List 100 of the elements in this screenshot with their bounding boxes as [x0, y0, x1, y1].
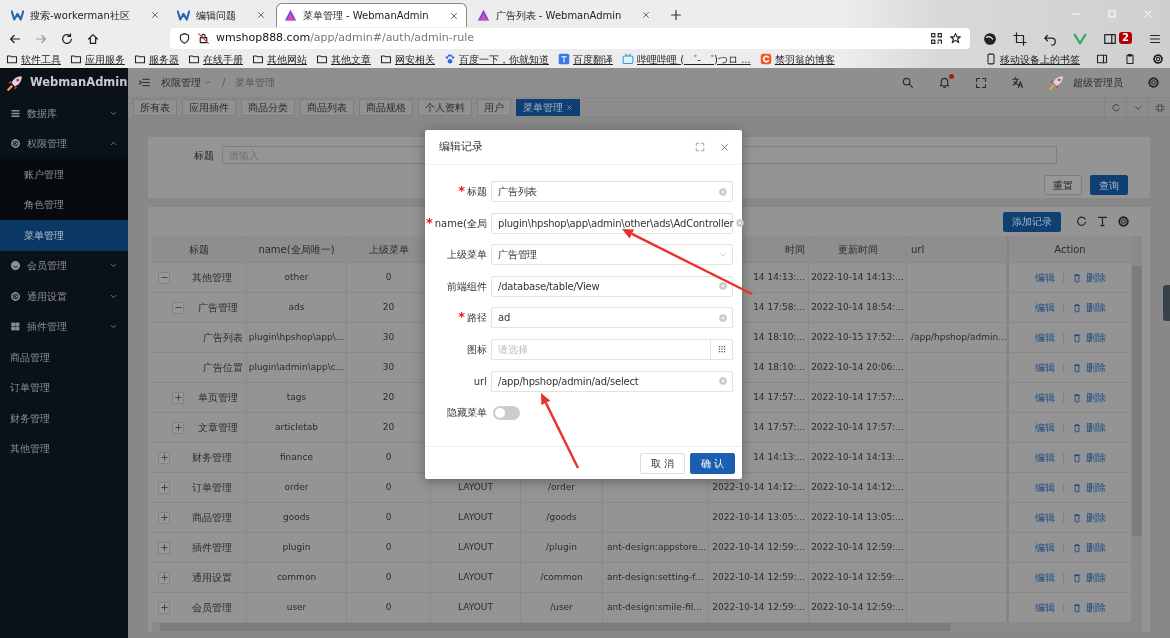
browser-tab[interactable]: 编辑问题	[169, 3, 273, 27]
close-icon[interactable]	[641, 10, 652, 20]
breadcrumb-link[interactable]: 权限管理	[161, 75, 201, 90]
expand-button[interactable]	[158, 481, 170, 494]
v-mark-icon[interactable]	[1073, 31, 1088, 46]
qr-code-icon[interactable]	[930, 32, 943, 45]
address-field[interactable]: wmshop888.com/app/admin#/auth/admin-rule	[170, 28, 970, 49]
side-panel-icon[interactable]	[1096, 53, 1108, 65]
expand-button[interactable]	[172, 391, 184, 404]
delete-link[interactable]: 删除	[1071, 270, 1106, 285]
bookmark-link[interactable]: 应用服务	[70, 51, 125, 67]
search-icon[interactable]	[901, 76, 914, 89]
sidebar-subitem[interactable]: 账户管理	[0, 159, 128, 190]
close-icon[interactable]	[566, 104, 573, 111]
bookmark-link[interactable]: 禁羽翁的博客	[759, 51, 835, 67]
vertical-scrollbar[interactable]	[1132, 236, 1142, 622]
page-tab[interactable]: 用户	[477, 99, 511, 116]
sidebar-item[interactable]: 通用设置	[0, 281, 128, 312]
text-field[interactable]: 广告列表	[491, 181, 733, 202]
page-tab[interactable]: 商品规格	[359, 99, 413, 116]
page-tab[interactable]: 商品分类	[241, 99, 295, 116]
edit-link[interactable]: 编辑	[1034, 420, 1055, 435]
new-tab-icon[interactable]	[669, 8, 684, 22]
bookmark-link[interactable]: 百度一下，你就知道	[444, 51, 549, 67]
sidebar-item[interactable]: 插件管理	[0, 311, 128, 342]
fullscreen-icon[interactable]	[975, 76, 987, 89]
delete-link[interactable]: 删除	[1071, 450, 1106, 465]
delete-link[interactable]: 删除	[1071, 600, 1106, 615]
toggle-switch[interactable]	[493, 405, 520, 420]
sidebar-item[interactable]: 其他管理	[0, 433, 128, 464]
bookmark-link[interactable]: 其他文章	[316, 51, 371, 67]
edit-link[interactable]: 编辑	[1034, 540, 1055, 555]
close-icon[interactable]	[149, 10, 160, 20]
grid-icon[interactable]	[716, 344, 727, 355]
edit-link[interactable]: 编辑	[1034, 390, 1055, 405]
sidebar-item[interactable]: 商品管理	[0, 342, 128, 373]
translate-icon[interactable]	[1011, 76, 1024, 89]
settings-icon[interactable]	[1152, 53, 1164, 65]
fullscreen-icon[interactable]	[695, 142, 705, 152]
delete-link[interactable]: 删除	[1071, 360, 1106, 375]
reset-button[interactable]: 重置	[1044, 175, 1082, 195]
delete-link[interactable]: 删除	[1071, 510, 1106, 525]
delete-link[interactable]: 删除	[1071, 480, 1106, 495]
bookmark-link[interactable]: 移动设备上的书签	[985, 51, 1080, 67]
text-field[interactable]: ad	[491, 307, 733, 329]
bookmark-link[interactable]: 网安相关	[380, 51, 435, 67]
sidebar-item[interactable]: 数据库	[0, 98, 128, 129]
edit-link[interactable]: 编辑	[1034, 510, 1055, 525]
extension-icon[interactable]	[1103, 31, 1118, 46]
bookmark-link[interactable]: 百度翻译	[558, 51, 613, 67]
add-record-button[interactable]: 添加记录	[1003, 211, 1061, 232]
close-icon[interactable]	[255, 10, 266, 20]
crop-icon[interactable]	[1013, 31, 1028, 46]
edit-link[interactable]: 编辑	[1034, 570, 1055, 585]
expand-button[interactable]	[158, 541, 170, 554]
close-icon[interactable]	[719, 141, 730, 153]
browser-tab[interactable]: 广告列表 - WebmanAdmin	[469, 3, 659, 27]
sidebar-item[interactable]: 会员管理	[0, 250, 128, 281]
text-height-icon[interactable]	[1096, 215, 1109, 228]
page-tab[interactable]: 商品列表	[300, 99, 354, 116]
page-tab[interactable]: 菜单管理	[516, 99, 580, 116]
delete-link[interactable]: 删除	[1071, 300, 1106, 315]
delete-link[interactable]: 删除	[1071, 570, 1106, 585]
edit-link[interactable]: 编辑	[1034, 600, 1055, 615]
home-icon[interactable]	[86, 31, 100, 46]
bookmark-link[interactable]: 软件工具	[6, 51, 61, 67]
edit-link[interactable]: 编辑	[1034, 300, 1055, 315]
text-field[interactable]: /database/table/View	[491, 275, 733, 297]
delete-link[interactable]: 删除	[1071, 390, 1106, 405]
settings-icon[interactable]	[1117, 215, 1130, 228]
edit-link[interactable]: 编辑	[1034, 270, 1055, 285]
refresh-icon[interactable]	[1110, 102, 1121, 113]
delete-link[interactable]: 删除	[1071, 540, 1106, 555]
cancel-button[interactable]: 取 消	[639, 452, 685, 474]
fullscreen-icon[interactable]	[1154, 102, 1165, 113]
sidebar-item[interactable]: 权限管理	[0, 128, 128, 159]
close-icon[interactable]	[448, 10, 459, 21]
sidebar-item[interactable]: 订单管理	[0, 372, 128, 403]
sidebar-item[interactable]: 财务管理	[0, 403, 128, 434]
expand-button[interactable]	[158, 571, 170, 584]
browser-tab[interactable]: 菜单管理 - WebmanAdmin	[275, 3, 467, 27]
expand-button[interactable]	[158, 511, 170, 524]
sidebar-subitem[interactable]: 菜单管理	[0, 220, 128, 251]
edit-link[interactable]: 编辑	[1034, 480, 1055, 495]
select-field[interactable]: 广告管理	[491, 244, 733, 266]
globe-icon[interactable]	[983, 31, 998, 46]
star-icon[interactable]	[949, 32, 962, 45]
sidebar-subitem[interactable]: 角色管理	[0, 189, 128, 220]
bookmark-link[interactable]: 服务器	[134, 51, 179, 67]
edit-link[interactable]: 编辑	[1034, 360, 1055, 375]
refresh-icon[interactable]	[1075, 215, 1088, 228]
expand-button[interactable]	[172, 421, 184, 434]
delete-link[interactable]: 删除	[1071, 420, 1106, 435]
horizontal-scrollbar[interactable]	[152, 622, 1142, 632]
collapse-button[interactable]	[172, 301, 184, 314]
bell-icon[interactable]	[938, 76, 951, 89]
expand-button[interactable]	[158, 601, 170, 614]
edit-link[interactable]: 编辑	[1034, 450, 1055, 465]
browser-tab[interactable]: 搜索-workerman社区	[4, 3, 167, 27]
clear-icon[interactable]	[735, 218, 746, 229]
